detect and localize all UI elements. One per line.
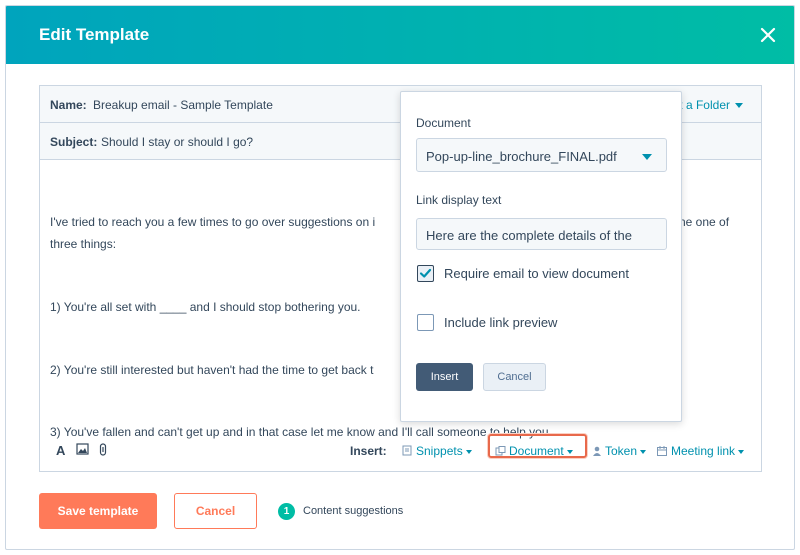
checkmark-icon bbox=[419, 268, 432, 278]
snippets-dropdown[interactable]: Snippets bbox=[402, 444, 472, 458]
require-email-checkbox[interactable] bbox=[417, 265, 434, 282]
document-field-label: Document bbox=[416, 116, 471, 130]
link-display-label: Link display text bbox=[416, 193, 502, 207]
folder-select[interactable]: t a Folder bbox=[679, 98, 743, 112]
popover-cancel-button[interactable]: Cancel bbox=[483, 363, 546, 391]
token-label: Token bbox=[605, 444, 638, 458]
name-label: Name: bbox=[50, 98, 87, 112]
link-display-value: Here are the complete details of the bbox=[426, 228, 632, 243]
font-format-icon[interactable]: A bbox=[56, 443, 65, 458]
link-display-input[interactable]: Here are the complete details of the bbox=[416, 218, 667, 250]
close-icon[interactable] bbox=[756, 23, 780, 47]
document-select[interactable]: Pop-up-line_brochure_FINAL.pdf bbox=[416, 138, 667, 172]
subject-value[interactable]: Should I stay or should I go? bbox=[101, 135, 253, 149]
suggestions-count-badge: 1 bbox=[278, 503, 295, 520]
chevron-down-icon bbox=[735, 103, 743, 109]
chevron-down-icon bbox=[640, 449, 647, 454]
chevron-down-icon bbox=[566, 449, 573, 454]
edit-template-modal: Edit Template Name: Breakup email - Samp… bbox=[5, 5, 795, 550]
link-preview-checkbox[interactable] bbox=[417, 314, 434, 331]
insert-label: Insert: bbox=[350, 444, 387, 458]
subject-label: Subject: bbox=[50, 135, 98, 149]
modal-header: Edit Template bbox=[6, 6, 794, 64]
image-icon[interactable] bbox=[76, 443, 89, 458]
chevron-down-icon bbox=[642, 154, 652, 160]
cancel-button[interactable]: Cancel bbox=[174, 493, 257, 529]
content-suggestions-link[interactable]: Content suggestions bbox=[303, 505, 403, 517]
link-preview-label: Include link preview bbox=[444, 315, 558, 330]
meeting-link-dropdown[interactable]: Meeting link bbox=[657, 444, 745, 458]
name-value[interactable]: Breakup email - Sample Template bbox=[93, 98, 273, 112]
require-email-label: Require email to view document bbox=[444, 266, 629, 281]
token-icon bbox=[593, 446, 601, 456]
document-dropdown[interactable]: Document bbox=[495, 444, 573, 458]
modal-title: Edit Template bbox=[39, 25, 150, 44]
insert-document-popover: Document Pop-up-line_brochure_FINAL.pdf … bbox=[400, 91, 682, 422]
folder-link-label: t a Folder bbox=[679, 98, 730, 112]
body-line[interactable]: three things: bbox=[50, 234, 116, 254]
document-label: Document bbox=[509, 444, 564, 458]
document-icon bbox=[495, 446, 506, 456]
body-line-fragment[interactable]: ne one of bbox=[679, 212, 729, 232]
token-dropdown[interactable]: Token bbox=[592, 444, 647, 458]
editor-toolbar: A Insert: Snippets Document Token Meetin… bbox=[40, 434, 761, 464]
chevron-down-icon bbox=[738, 449, 745, 454]
save-template-button[interactable]: Save template bbox=[39, 493, 157, 529]
snippets-label: Snippets bbox=[416, 444, 463, 458]
body-line[interactable]: I've tried to reach you a few times to g… bbox=[50, 212, 375, 232]
snippets-icon bbox=[402, 445, 412, 456]
chevron-down-icon bbox=[465, 449, 472, 454]
meeting-icon bbox=[657, 446, 667, 456]
body-line[interactable]: 2) You're still interested but haven't h… bbox=[50, 360, 373, 380]
attachment-icon[interactable] bbox=[99, 443, 107, 459]
body-line[interactable]: 1) You're all set with ____ and I should… bbox=[50, 297, 361, 317]
insert-button[interactable]: Insert bbox=[416, 363, 473, 391]
document-select-value: Pop-up-line_brochure_FINAL.pdf bbox=[426, 149, 617, 164]
meeting-link-label: Meeting link bbox=[671, 444, 736, 458]
